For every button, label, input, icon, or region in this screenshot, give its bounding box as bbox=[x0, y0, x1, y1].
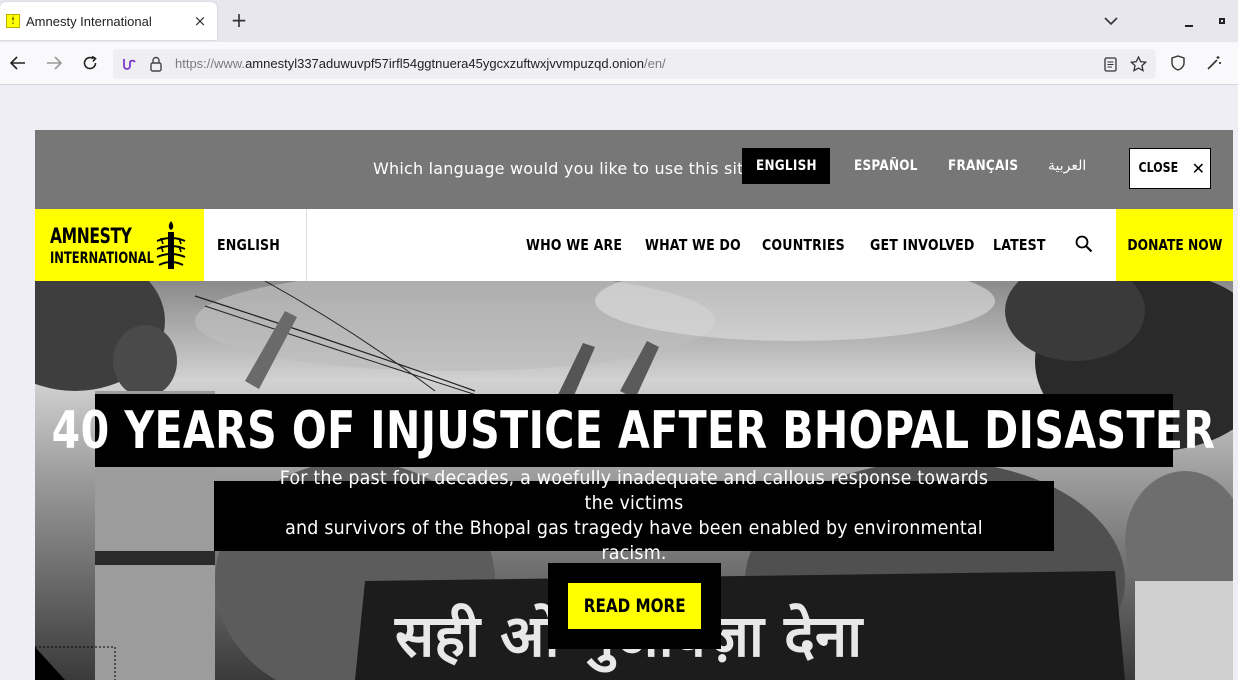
logo-line-2: INTERNATIONAL bbox=[50, 248, 155, 267]
extensions-wand-icon[interactable] bbox=[1202, 51, 1226, 75]
url-prefix: https://www. bbox=[175, 56, 246, 71]
bookmark-star-icon[interactable] bbox=[1127, 53, 1149, 75]
language-switch-label: ENGLISH bbox=[217, 236, 281, 254]
amnesty-candle-icon: 🕯 bbox=[6, 14, 20, 28]
read-more-label: READ MORE bbox=[583, 595, 686, 617]
close-language-bar-button[interactable]: CLOSE ✕ bbox=[1129, 148, 1211, 189]
hero-banner: सही ओं मुआवज़ा देना 40 YEARS OF INJUSTIC… bbox=[35, 281, 1233, 680]
amnesty-logo[interactable]: AMNESTY INTERNATIONAL bbox=[35, 209, 204, 281]
language-option-label: ENGLISH bbox=[755, 158, 817, 174]
url-domain: amnestyl337aduwuvpf57irfl54ggtnuera45ygc… bbox=[245, 56, 644, 71]
back-arrow-icon[interactable] bbox=[6, 51, 30, 75]
hero-subheadline-box: For the past four decades, a woefully in… bbox=[214, 467, 1054, 564]
maximize-window-icon[interactable] bbox=[1213, 10, 1231, 32]
browser-tab-bar: 🕯 Amnesty International × + bbox=[0, 0, 1238, 42]
donate-label: DONATE NOW bbox=[1127, 236, 1222, 254]
fingerprint-lock-icon[interactable] bbox=[145, 53, 167, 75]
nav-item-get-involved[interactable]: GET INVOLVED bbox=[870, 209, 975, 281]
language-option-arabic[interactable]: العربية bbox=[1048, 148, 1086, 184]
tab-list-chevron-icon[interactable] bbox=[1100, 10, 1122, 32]
language-option-english[interactable]: ENGLISH bbox=[742, 148, 830, 184]
candle-barbed-wire-icon bbox=[156, 221, 186, 269]
minimize-window-icon[interactable] bbox=[1180, 10, 1198, 32]
nav-item-latest[interactable]: LATEST bbox=[993, 209, 1046, 281]
close-icon: ✕ bbox=[1191, 159, 1206, 178]
logo-line-1: AMNESTY bbox=[50, 224, 132, 248]
browser-tab[interactable]: 🕯 Amnesty International × bbox=[0, 2, 217, 40]
read-more-button[interactable]: READ MORE bbox=[568, 583, 701, 629]
nav-item-what-we-do[interactable]: WHAT WE DO bbox=[645, 209, 741, 281]
reader-view-icon[interactable] bbox=[1099, 53, 1121, 75]
language-prompt: Which language would you like to use thi… bbox=[373, 159, 783, 178]
read-more-frame: READ MORE bbox=[548, 563, 721, 649]
search-icon[interactable] bbox=[1073, 233, 1095, 255]
new-tab-icon[interactable]: + bbox=[228, 8, 250, 32]
forward-arrow-icon[interactable] bbox=[42, 51, 66, 75]
browser-nav-bar: https://www.amnestyl337aduwuvpf57irfl54g… bbox=[0, 42, 1238, 85]
url-bar[interactable]: https://www.amnestyl337aduwuvpf57irfl54g… bbox=[113, 49, 1156, 79]
hero-subheadline-line-1: For the past four decades, a woefully in… bbox=[279, 467, 989, 514]
donate-now-button[interactable]: DONATE NOW bbox=[1116, 209, 1233, 281]
hero-subheadline-line-2: and survivors of the Bhopal gas tragedy … bbox=[285, 517, 983, 564]
hero-headline: 40 YEARS OF INJUSTICE AFTER BHOPAL DISAS… bbox=[52, 400, 1216, 461]
url-text[interactable]: https://www.amnestyl337aduwuvpf57irfl54g… bbox=[175, 56, 666, 71]
main-navigation: AMNESTY INTERNATIONAL ENGLISH WHO WE ARE… bbox=[35, 209, 1233, 281]
hero-subheadline: For the past four decades, a woefully in… bbox=[264, 466, 1004, 566]
url-path: /en/ bbox=[643, 56, 666, 71]
reload-icon[interactable] bbox=[78, 51, 102, 75]
language-option-francais[interactable]: FRANÇAIS bbox=[948, 148, 1018, 184]
tab-title: Amnesty International bbox=[26, 13, 152, 29]
language-switch[interactable]: ENGLISH bbox=[204, 209, 307, 281]
onion-circuit-icon[interactable] bbox=[118, 53, 140, 75]
close-label: CLOSE bbox=[1138, 161, 1179, 176]
nav-item-countries[interactable]: COUNTRIES bbox=[762, 209, 845, 281]
tab-close-icon[interactable]: × bbox=[189, 10, 211, 32]
hero-headline-box: 40 YEARS OF INJUSTICE AFTER BHOPAL DISAS… bbox=[52, 394, 1215, 467]
language-selector-bar: Which language would you like to use thi… bbox=[35, 130, 1233, 209]
web-page: Which language would you like to use thi… bbox=[35, 130, 1233, 680]
shield-icon[interactable] bbox=[1166, 51, 1190, 75]
language-option-espanol[interactable]: ESPAÑOL bbox=[854, 148, 918, 184]
nav-item-who-we-are[interactable]: WHO WE ARE bbox=[526, 209, 622, 281]
